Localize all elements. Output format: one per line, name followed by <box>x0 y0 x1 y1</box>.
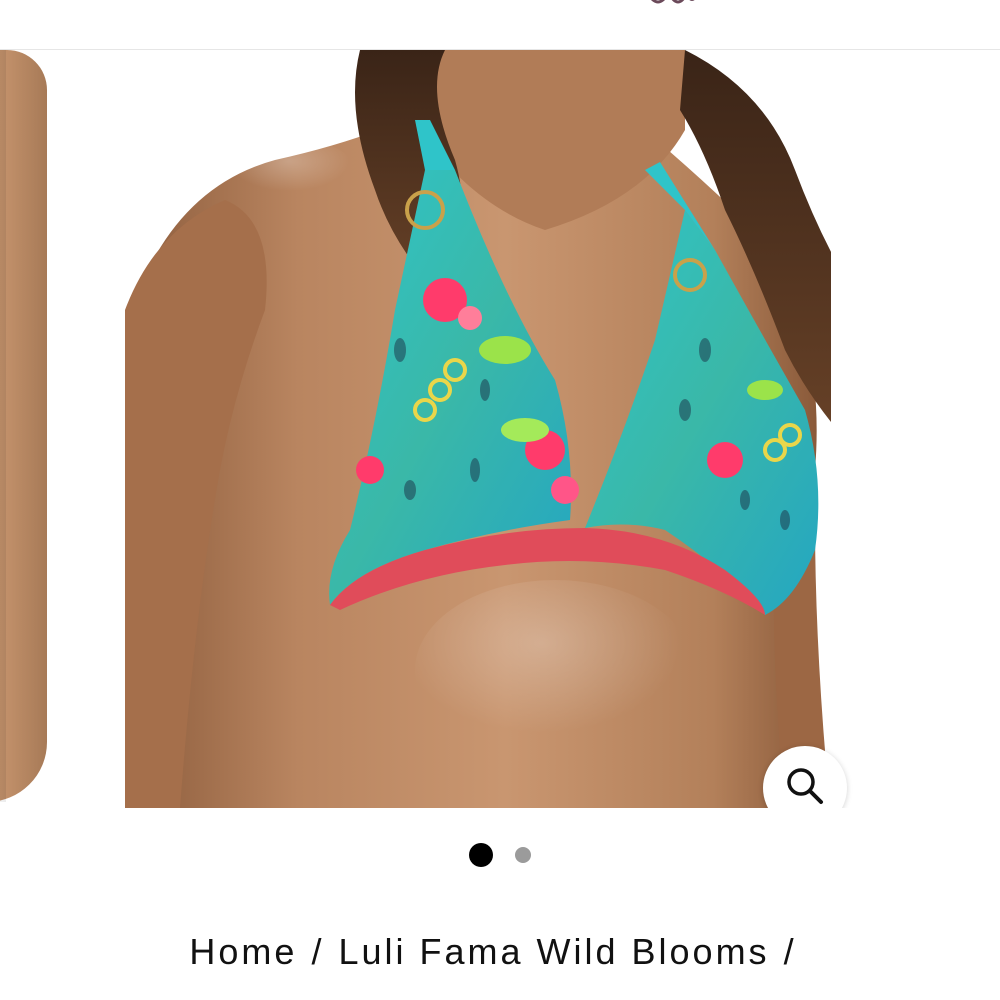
site-header <box>0 0 1000 50</box>
main-product-image[interactable] <box>125 50 831 808</box>
breadcrumb-separator: / <box>783 931 797 972</box>
gallery-pagination <box>0 842 1000 868</box>
product-page: Home / Luli Fama Wild Blooms / <box>0 0 1000 1000</box>
breadcrumb-separator: / <box>311 931 325 972</box>
breadcrumb: Home / Luli Fama Wild Blooms / <box>0 924 1000 980</box>
previous-slide-image[interactable] <box>0 50 47 802</box>
search-icon <box>784 765 826 809</box>
breadcrumb-home[interactable]: Home <box>189 931 297 972</box>
gallery-dot-1[interactable] <box>469 843 493 867</box>
product-image-gallery[interactable] <box>0 50 1000 808</box>
gallery-dot-2[interactable] <box>515 847 531 863</box>
site-logo[interactable] <box>648 0 700 6</box>
breadcrumb-collection[interactable]: Luli Fama Wild Blooms <box>338 931 769 972</box>
